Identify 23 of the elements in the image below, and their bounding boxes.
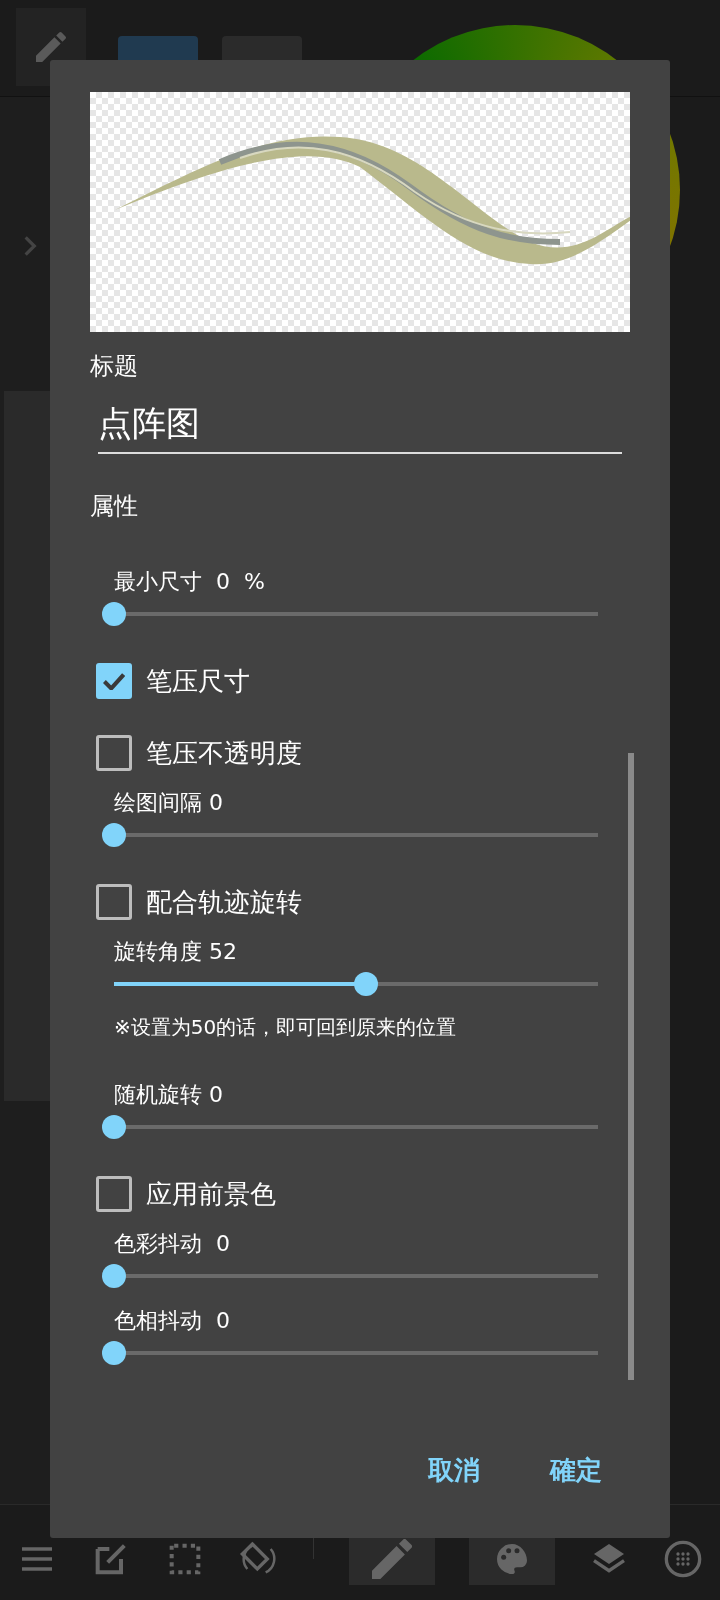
checkbox[interactable]	[96, 1176, 132, 1212]
cancel-button[interactable]: 取消	[410, 1443, 498, 1498]
checkbox[interactable]	[96, 884, 132, 920]
checkbox-label: 笔压不透明度	[146, 736, 302, 770]
pencil-icon	[371, 1539, 412, 1579]
slider-label: 色彩抖动 0	[114, 1230, 230, 1258]
title-label: 标题	[90, 351, 139, 382]
checkbox-label: 应用前景色	[146, 1177, 276, 1211]
note-text: ※设置为50的话，即可回到原来的位置	[113, 1014, 458, 1041]
slider-label: 随机旋转 0	[114, 1081, 223, 1109]
slider-label: 最小尺寸 0 %	[114, 568, 265, 596]
ok-button[interactable]: 確定	[532, 1443, 620, 1498]
slider-label: 绘图间隔 0	[114, 789, 223, 817]
slider-label: 色相抖动 0	[114, 1307, 230, 1335]
checkbox-label: 笔压尺寸	[146, 664, 250, 698]
section-heading: 属性	[90, 491, 139, 522]
slider-label: 旋转角度 52	[114, 938, 237, 966]
check-icon	[103, 672, 125, 690]
dot-grid-icon[interactable]	[662, 1539, 703, 1579]
title-field[interactable]: 点阵图	[98, 404, 622, 454]
checkbox[interactable]	[96, 735, 132, 771]
checkbox[interactable]	[96, 663, 132, 699]
checkbox-label: 配合轨迹旋转	[146, 885, 302, 919]
